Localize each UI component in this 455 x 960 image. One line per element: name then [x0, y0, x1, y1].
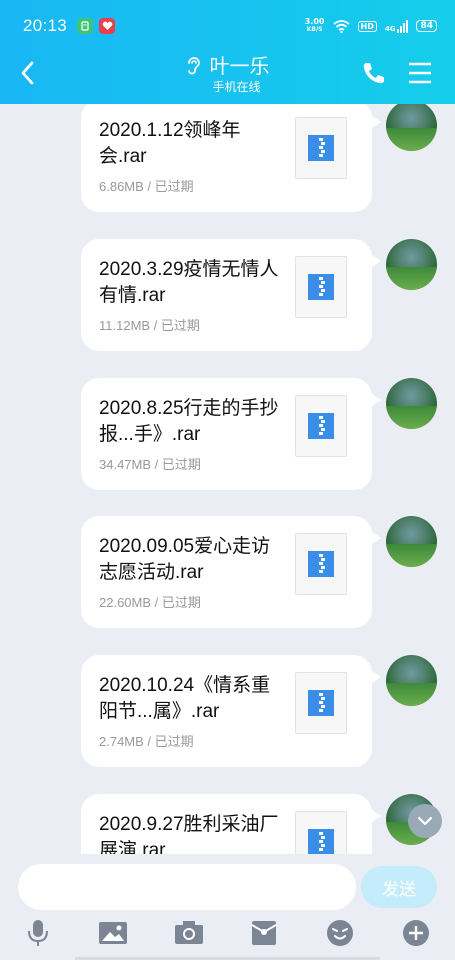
avatar[interactable]	[386, 655, 437, 706]
network-speed: 3.00 KB/S	[305, 18, 325, 34]
contact-status: 手机在线	[212, 80, 261, 94]
chat-header: 叶一乐 手机在线	[0, 52, 455, 104]
avatar[interactable]	[386, 104, 437, 151]
plus-icon	[403, 920, 429, 946]
network-type: 4G	[384, 24, 396, 33]
voice-button[interactable]	[23, 918, 53, 948]
avatar[interactable]	[386, 378, 437, 429]
battery-indicator: 84	[416, 20, 437, 32]
file-meta: 6.86MB / 已过期	[99, 179, 194, 194]
file-name: 2020.09.05爱心走访志愿活动.rar	[99, 536, 271, 583]
file-name: 2020.10.24《情系重阳节...属》.rar	[99, 675, 271, 722]
file-message: 2020.3.29疫情无情人有情.rar 11.12MB / 已过期	[0, 239, 455, 359]
zip-file-icon	[295, 672, 347, 734]
file-name: 2020.1.12领峰年会.rar	[99, 120, 241, 167]
send-button[interactable]: 发送	[361, 866, 437, 908]
ear-icon	[187, 57, 200, 75]
file-bubble[interactable]: 2020.10.24《情系重阳节...属》.rar 2.74MB / 已过期	[81, 655, 381, 767]
file-message: 2020.9.27胜利采油厂展演.rar	[0, 794, 455, 854]
file-meta: 2.74MB / 已过期	[99, 734, 194, 749]
input-area: 发送	[0, 854, 455, 960]
red-packet-button[interactable]	[249, 918, 279, 948]
file-name: 2020.8.25行走的手抄报...手》.rar	[99, 398, 279, 445]
file-name: 2020.9.27胜利采油厂展演.rar	[99, 814, 279, 854]
image-icon	[99, 922, 127, 944]
file-meta: 11.12MB / 已过期	[99, 318, 200, 333]
file-meta: 22.60MB / 已过期	[99, 595, 201, 610]
emoji-button[interactable]	[325, 918, 355, 948]
file-meta: 34.47MB / 已过期	[99, 457, 201, 472]
message-input[interactable]	[18, 864, 356, 910]
chat-message-list[interactable]: 2020.1.12领峰年会.rar 6.86MB / 已过期 2020.3.29…	[0, 104, 455, 854]
microphone-icon	[28, 920, 48, 946]
file-message: 2020.8.25行走的手抄报...手》.rar 34.47MB / 已过期	[0, 378, 455, 498]
zip-file-icon	[295, 533, 347, 595]
file-message: 2020.1.12领峰年会.rar 6.86MB / 已过期	[0, 104, 455, 220]
scroll-to-bottom-button[interactable]	[408, 804, 442, 838]
hd-badge: HD	[357, 20, 377, 32]
call-button[interactable]	[361, 60, 387, 86]
file-bubble[interactable]: 2020.8.25行走的手抄报...手》.rar 34.47MB / 已过期	[81, 378, 381, 490]
menu-button[interactable]	[407, 60, 433, 86]
menu-icon	[409, 62, 431, 84]
camera-button[interactable]	[174, 918, 204, 948]
red-packet-icon	[251, 921, 277, 945]
contact-name: 叶一乐	[209, 54, 270, 78]
network-speed-unit: KB/S	[306, 26, 323, 33]
zip-file-icon	[295, 811, 347, 854]
status-time: 20:13	[23, 16, 68, 35]
phone-icon	[363, 63, 384, 84]
more-button[interactable]	[401, 918, 431, 948]
status-bar: 20:13 3.00 KB/S HD 4G 84	[0, 0, 455, 52]
chevron-down-icon	[417, 816, 433, 826]
signal-indicator: 4G	[384, 19, 409, 33]
file-bubble[interactable]: 2020.3.29疫情无情人有情.rar 11.12MB / 已过期	[81, 239, 381, 351]
zip-file-icon	[295, 117, 347, 179]
top-bar: 20:13 3.00 KB/S HD 4G 84 叶一乐 手机在线	[0, 0, 455, 104]
zip-file-icon	[295, 256, 347, 318]
avatar[interactable]	[386, 239, 437, 290]
status-indicators: 3.00 KB/S HD 4G 84	[305, 18, 437, 34]
camera-icon	[175, 921, 203, 944]
file-message: 2020.10.24《情系重阳节...属》.rar 2.74MB / 已过期	[0, 655, 455, 775]
emoji-icon	[327, 920, 353, 946]
image-button[interactable]	[98, 918, 128, 948]
file-bubble[interactable]: 2020.09.05爱心走访志愿活动.rar 22.60MB / 已过期	[81, 516, 381, 628]
file-name: 2020.3.29疫情无情人有情.rar	[99, 259, 279, 306]
input-toolbar	[0, 918, 455, 954]
health-app-icon	[99, 18, 116, 34]
network-speed-value: 3.00	[304, 17, 325, 26]
zip-file-icon	[295, 395, 347, 457]
file-bubble[interactable]: 2020.9.27胜利采油厂展演.rar	[81, 794, 381, 854]
app-notification-icon	[77, 18, 94, 34]
wifi-icon	[332, 19, 350, 33]
file-message: 2020.09.05爱心走访志愿活动.rar 22.60MB / 已过期	[0, 516, 455, 636]
file-bubble[interactable]: 2020.1.12领峰年会.rar 6.86MB / 已过期	[81, 104, 381, 212]
avatar[interactable]	[386, 516, 437, 567]
